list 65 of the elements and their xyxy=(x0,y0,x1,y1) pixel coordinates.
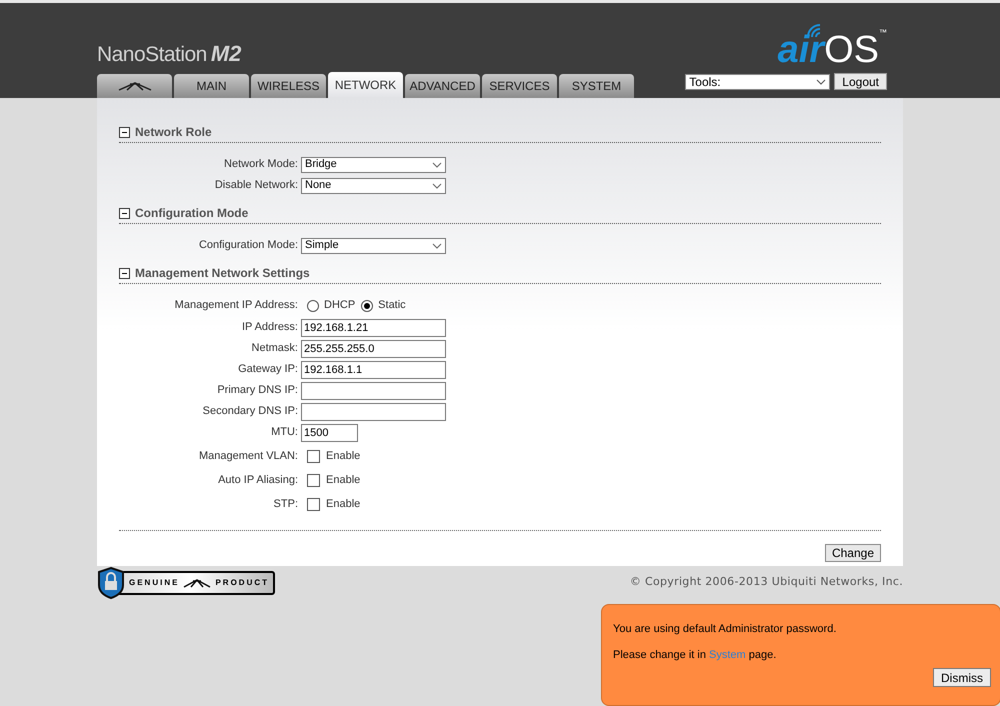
radio-label: DHCP xyxy=(324,298,356,314)
field-label: Secondary DNS IP: xyxy=(202,404,299,420)
copyright-text: © Copyright 2006-2013 Ubiquiti Networks, Inc. xyxy=(630,574,903,590)
antenna-logo-icon xyxy=(116,81,152,91)
badge-text: GENUINE xyxy=(129,577,180,589)
field-label: Auto IP Aliasing: xyxy=(217,472,299,488)
section-title: Network Role xyxy=(135,124,212,141)
checkbox[interactable] xyxy=(307,474,320,486)
caret-icon xyxy=(816,78,826,84)
field-label: Management VLAN: xyxy=(198,448,299,464)
caret-icon xyxy=(432,162,442,168)
logout-button[interactable]: Logout xyxy=(834,73,887,90)
collapse-icon[interactable] xyxy=(119,126,130,138)
input-field[interactable]: 255.255.255.0 xyxy=(301,340,446,358)
field-label: Management IP Address: xyxy=(174,298,299,314)
dropdown[interactable]: None xyxy=(301,178,446,194)
collapse-icon[interactable] xyxy=(119,208,130,218)
badge-text: PRODUCT xyxy=(215,577,270,589)
checkbox[interactable] xyxy=(307,450,320,462)
trademark-mark: ™ xyxy=(879,27,887,39)
nav-tab[interactable]: SERVICES xyxy=(482,74,557,98)
change-button[interactable]: Change xyxy=(824,544,881,562)
radio-label: Static xyxy=(378,298,406,314)
field-label: IP Address: xyxy=(240,320,299,336)
input-field[interactable] xyxy=(301,402,446,420)
field-label: Netmask: xyxy=(250,341,299,356)
field-label: Network Mode: xyxy=(223,157,299,172)
home-tab[interactable] xyxy=(97,74,172,98)
nav-tab[interactable]: SYSTEM xyxy=(559,74,634,98)
input-field[interactable]: 192.168.1.21 xyxy=(301,318,446,336)
field-label: Configuration Mode: xyxy=(198,238,299,254)
lock-shield-icon xyxy=(97,567,125,599)
radio-button[interactable] xyxy=(361,300,374,312)
tools-dropdown[interactable]: Tools: xyxy=(685,74,830,90)
checkbox[interactable] xyxy=(307,498,320,510)
product-name: NanoStation xyxy=(97,44,207,65)
nav-tab[interactable]: ADVANCED xyxy=(405,74,480,98)
collapse-icon[interactable] xyxy=(119,268,130,278)
checkbox-label: Enable xyxy=(326,472,360,488)
input-field[interactable] xyxy=(301,382,446,400)
input-field[interactable]: 192.168.1.1 xyxy=(301,360,446,378)
caret-icon xyxy=(432,242,442,248)
model-name: M2 xyxy=(210,43,242,65)
input-field[interactable]: 1500 xyxy=(301,424,358,442)
field-label: Gateway IP: xyxy=(237,362,299,378)
notice-text: Please change it in System page. xyxy=(613,648,778,662)
field-label: Disable Network: xyxy=(214,178,299,194)
checkbox-label: Enable xyxy=(326,496,360,512)
section-title: Management Network Settings xyxy=(135,265,310,282)
nav-tab[interactable]: MAIN xyxy=(174,74,249,98)
field-label: STP: xyxy=(272,496,299,512)
dismiss-button[interactable]: Dismiss xyxy=(933,668,991,687)
section-title: Configuration Mode xyxy=(135,205,248,222)
field-label: Primary DNS IP: xyxy=(216,383,299,398)
field-label: MTU: xyxy=(270,425,299,440)
checkbox-label: Enable xyxy=(326,448,360,464)
caret-icon xyxy=(432,182,442,188)
dropdown[interactable]: Bridge xyxy=(301,156,446,172)
dropdown[interactable]: Simple xyxy=(301,238,446,254)
nav-tab[interactable]: NETWORK xyxy=(328,72,403,98)
antenna-logo-icon xyxy=(183,578,212,588)
nav-tab[interactable]: WIRELESS xyxy=(251,74,326,98)
radio-button[interactable] xyxy=(307,300,319,312)
os-logo-air: air xyxy=(778,31,824,69)
notice-text: You are using default Administrator password. xyxy=(613,622,838,637)
